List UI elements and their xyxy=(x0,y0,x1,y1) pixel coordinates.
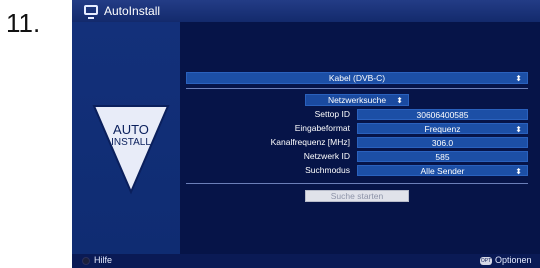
separator-top xyxy=(186,88,528,89)
start-search-button[interactable]: Suche starten xyxy=(305,190,409,202)
channel-frequency-value: 306.0 xyxy=(431,138,454,148)
network-id-label: Netzwerk ID xyxy=(303,151,350,161)
input-format-select[interactable]: Frequenz ⬍ xyxy=(357,123,528,134)
dropdown-arrow-icon: ⬍ xyxy=(515,74,522,83)
dropdown-arrow-icon: ⬍ xyxy=(515,125,522,134)
search-mode-select[interactable]: Netzwerksuche ⬍ xyxy=(305,94,409,106)
tv-screen: AutoInstall AUTO INSTALL Kabel (DVB-C) ⬍… xyxy=(72,0,540,268)
autoinstall-logo: AUTO INSTALL xyxy=(92,104,170,196)
channel-frequency-label: Kanalfrequenz [MHz] xyxy=(270,137,350,147)
search-mode-label: Suchmodus xyxy=(305,165,350,175)
settop-id-label: Settop ID xyxy=(314,109,350,119)
red-button-icon xyxy=(82,257,90,265)
input-format-value: Frequenz xyxy=(424,124,461,134)
left-panel: AUTO INSTALL xyxy=(72,22,180,254)
dropdown-arrow-icon: ⬍ xyxy=(515,167,522,176)
search-mode-label: Netzwerksuche xyxy=(327,95,387,105)
step-number: 11. xyxy=(6,8,41,38)
footer-bar: Hilfe OPT Optionen xyxy=(72,254,540,268)
settop-id-value: 30606400585 xyxy=(416,110,469,120)
search-mode-field[interactable]: Alle Sender ⬍ xyxy=(357,165,528,176)
help-label[interactable]: Hilfe xyxy=(94,255,112,265)
options-label[interactable]: Optionen xyxy=(495,255,532,265)
channel-frequency-field[interactable]: 306.0 xyxy=(357,137,528,148)
input-format-label: Eingabeformat xyxy=(294,123,350,133)
source-select-value: Kabel (DVB-C) xyxy=(328,73,386,83)
window-title: AutoInstall xyxy=(104,4,161,18)
opt-button-icon: OPT xyxy=(480,257,492,265)
tv-icon xyxy=(84,5,98,19)
dropdown-arrow-icon: ⬍ xyxy=(396,96,403,105)
logo-text-auto: AUTO xyxy=(113,122,149,137)
settop-id-field[interactable]: 30606400585 xyxy=(357,109,528,120)
separator-bottom xyxy=(186,183,528,184)
logo-text-install: INSTALL xyxy=(111,137,151,148)
source-select[interactable]: Kabel (DVB-C) ⬍ xyxy=(186,72,528,84)
search-mode-value: Alle Sender xyxy=(420,166,465,176)
network-id-field[interactable]: 585 xyxy=(357,151,528,162)
title-bar: AutoInstall xyxy=(72,0,540,22)
network-id-value: 585 xyxy=(435,152,450,162)
autoinstall-logo-shape xyxy=(92,105,170,195)
